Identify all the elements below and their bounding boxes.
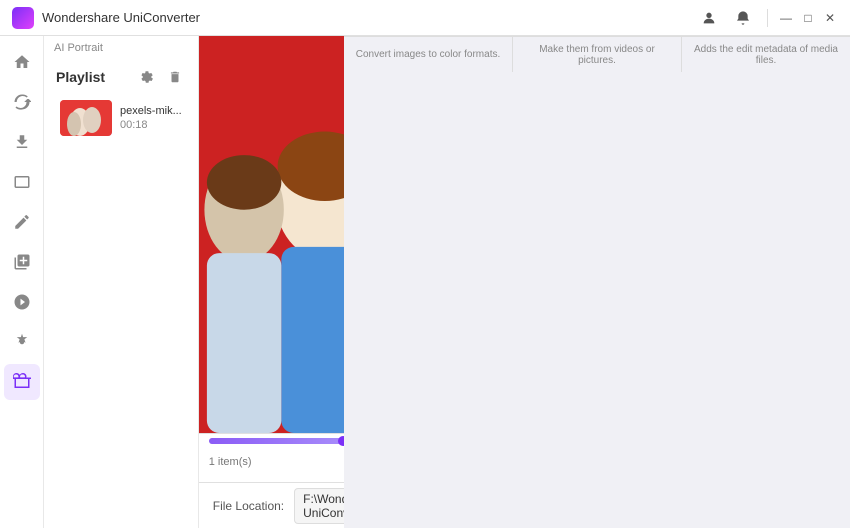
playlist-item[interactable]: pexels-mik... 00:18	[50, 94, 192, 142]
progress-handle[interactable]	[338, 436, 344, 446]
playlist-settings-icon[interactable]	[136, 66, 158, 88]
playlist-item-info: pexels-mik... 00:18	[120, 105, 182, 131]
progress-bar[interactable]	[209, 438, 344, 444]
sidebar-item-toolbox[interactable]	[4, 364, 40, 400]
item-count: 1 item(s)	[209, 456, 252, 468]
close-button[interactable]: ✕	[822, 10, 838, 26]
bottom-bar: File Location: F:\Wondershare UniConvert…	[199, 482, 344, 528]
playlist-item-duration: 00:18	[120, 119, 182, 131]
playlist-header-icons	[136, 66, 186, 88]
sidebar-item-merge[interactable]	[4, 244, 40, 280]
video-column: 1 item(s) 00:00:05 / 00:00:18	[199, 36, 344, 528]
minimize-button[interactable]: —	[778, 10, 794, 26]
video-container	[199, 36, 344, 433]
file-location-label: File Location:	[213, 499, 284, 513]
playlist-item-name: pexels-mik...	[120, 105, 182, 117]
divider	[767, 9, 768, 27]
sidebar-item-convert[interactable]	[4, 84, 40, 120]
sidebar-item-download[interactable]	[4, 124, 40, 160]
title-bar: Wondershare UniConverter — □ ✕	[0, 0, 850, 36]
maximize-button[interactable]: □	[800, 10, 816, 26]
hint-item-3[interactable]: Adds the edit metadata of media files.	[682, 37, 850, 72]
thumbnail-image	[60, 100, 112, 136]
hints-bar: Convert images to color formats. Make th…	[344, 36, 850, 72]
video-preview	[199, 36, 344, 433]
video-scene	[199, 36, 344, 433]
inner-content: AI Portrait Playlist	[44, 36, 344, 528]
playlist-header: Playlist	[44, 56, 198, 94]
app-title: Wondershare UniConverter	[42, 10, 695, 25]
main-layout: AI Portrait Playlist	[0, 36, 850, 528]
sidebar-item-edit[interactable]	[4, 204, 40, 240]
sidebar	[0, 36, 44, 528]
controls-row: 1 item(s) 00:00:05 / 00:00:18	[209, 448, 344, 476]
video-controls: 1 item(s) 00:00:05 / 00:00:18	[199, 433, 344, 482]
progress-fill	[209, 438, 343, 444]
ai-portrait-label: AI Portrait	[44, 36, 198, 56]
sidebar-item-watermark[interactable]	[4, 284, 40, 320]
user-icon[interactable]	[695, 4, 723, 32]
sidebar-item-home[interactable]	[4, 44, 40, 80]
playlist-delete-icon[interactable]	[164, 66, 186, 88]
playlist-panel: AI Portrait Playlist	[44, 36, 199, 528]
hint-item-1[interactable]: Convert images to color formats.	[344, 37, 513, 72]
notification-icon[interactable]	[729, 4, 757, 32]
window-controls: — □ ✕	[695, 4, 838, 32]
file-path[interactable]: F:\Wondershare UniConverter ▼	[294, 488, 344, 524]
sidebar-item-screen[interactable]	[4, 164, 40, 200]
playlist-title: Playlist	[56, 69, 105, 85]
sidebar-item-effects[interactable]	[4, 324, 40, 360]
app-logo	[12, 7, 34, 29]
hint-item-2[interactable]: Make them from videos or pictures.	[513, 37, 682, 72]
playlist-thumbnail	[60, 100, 112, 136]
